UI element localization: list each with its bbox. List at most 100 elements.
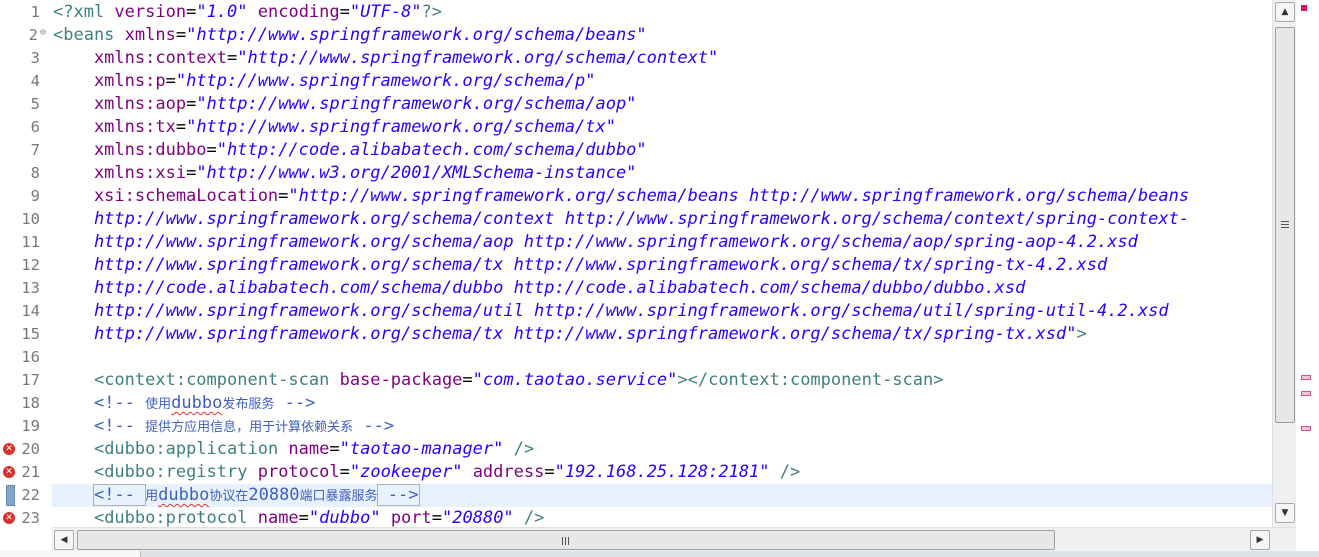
- code-line-9[interactable]: 9 xsi:schemaLocation="http://www.springf…: [0, 185, 1272, 208]
- code-line-23[interactable]: ✕ 23 <dubbo:protocol name="dubbo" port="2…: [0, 507, 1272, 527]
- xml-declaration: <?xml: [53, 2, 115, 22]
- error-icon[interactable]: ✕: [3, 466, 15, 478]
- attribute-value: "20880": [442, 508, 514, 527]
- error-icon[interactable]: ✕: [3, 443, 15, 455]
- line-number: 23: [21, 509, 40, 527]
- tag-close: />: [503, 439, 535, 459]
- line-gutter: 7: [0, 139, 52, 162]
- horizontal-scrollbar[interactable]: ◀ ▶: [52, 527, 1296, 551]
- element-tag: <dubbo:application: [93, 439, 289, 459]
- attribute-value: http://www.springframework.org/schema/ao…: [53, 232, 1138, 252]
- attribute-value: "com.taotao.service": [472, 370, 678, 390]
- error-marker[interactable]: [1301, 426, 1311, 431]
- line-number: 21: [21, 463, 40, 481]
- line-number: 5: [30, 95, 40, 113]
- grip-line: [1281, 224, 1289, 225]
- scroll-down-button[interactable]: ▼: [1275, 503, 1295, 523]
- code-line-22[interactable]: 22 <!-- 用dubbo协议在20880端口暴露服务 -->: [0, 484, 1272, 507]
- equals: =: [431, 508, 443, 527]
- collapse-icon[interactable]: ⊖: [40, 28, 46, 38]
- code-line-21[interactable]: ✕ 21 <dubbo:registry protocol="zookeeper"…: [0, 461, 1272, 484]
- attribute-value: http://www.springframework.org/schema/tx…: [53, 324, 1077, 344]
- line-number: 14: [21, 302, 40, 320]
- line-gutter: 15: [0, 323, 52, 346]
- attribute-name: xmlns:aop: [53, 94, 187, 114]
- code-line-15[interactable]: 15 http://www.springframework.org/schema…: [0, 323, 1272, 346]
- code-line-12[interactable]: 12 http://www.springframework.org/schema…: [0, 254, 1272, 277]
- error-icon[interactable]: ✕: [3, 512, 15, 524]
- horizontal-scroll-thumb[interactable]: [77, 530, 1055, 550]
- misspelled-word[interactable]: dubbo: [158, 485, 209, 505]
- tag-close: ></context:component-scan>: [677, 370, 944, 390]
- code-line-2[interactable]: 2 ⊖ <beans xmlns="http://www.springframew…: [0, 24, 1272, 47]
- code-line-17[interactable]: 17 <context:component-scan base-package=…: [0, 369, 1272, 392]
- code-line-5[interactable]: 5 xmlns:aop="http://www.springframework.…: [0, 93, 1272, 116]
- code-text: xmlns:xsi="http://www.w3.org/2001/XMLSch…: [53, 162, 636, 185]
- line-number: 8: [30, 164, 40, 182]
- code-text: http://www.springframework.org/schema/ao…: [53, 231, 1138, 254]
- equals: =: [186, 163, 197, 183]
- attribute-value: "zookeeper": [349, 462, 463, 482]
- editor-tab[interactable]: [0, 551, 141, 557]
- code-line-8[interactable]: 8 xmlns:xsi="http://www.w3.org/2001/XMLS…: [0, 162, 1272, 185]
- equals: =: [339, 462, 350, 482]
- code-line-18[interactable]: 18 <!-- 使用dubbo发布服务 -->: [0, 392, 1272, 415]
- line-gutter: ✕ 21: [0, 461, 52, 484]
- line-gutter: 22: [0, 484, 52, 507]
- error-marker[interactable]: [1301, 391, 1311, 396]
- code-line-20[interactable]: ✕ 20 <dubbo:application name="taotao-mana…: [0, 438, 1272, 461]
- code-line-6[interactable]: 6 xmlns:tx="http://www.springframework.o…: [0, 116, 1272, 139]
- code-line-7[interactable]: 7 xmlns:dubbo="http://code.alibabatech.c…: [0, 139, 1272, 162]
- code-line-1[interactable]: 1 <?xml version="1.0" encoding="UTF-8"?>: [0, 1, 1272, 24]
- equals: =: [206, 140, 217, 160]
- bottom-tab-bar: [0, 551, 1319, 557]
- attribute-value: "http://www.springframework.org/schema/b…: [288, 186, 1190, 206]
- code-text: http://www.springframework.org/schema/tx…: [53, 254, 1107, 277]
- code-text: http://www.springframework.org/schema/co…: [53, 208, 1189, 231]
- line-gutter: 3: [0, 47, 52, 70]
- equals: =: [278, 186, 289, 206]
- code-line-11[interactable]: 11 http://www.springframework.org/schema…: [0, 231, 1272, 254]
- line-gutter: 6: [0, 116, 52, 139]
- attribute-value: "http://www.springframework.org/schema/p…: [175, 71, 596, 91]
- line-gutter: 1: [0, 1, 52, 24]
- change-marker-icon[interactable]: [6, 485, 15, 506]
- attribute-name: xmlns:xsi: [53, 163, 187, 183]
- error-marker[interactable]: [1301, 375, 1311, 380]
- attribute-value: "UTF-8": [349, 2, 422, 22]
- error-summary-icon[interactable]: [1301, 5, 1307, 11]
- attribute-name: protocol: [257, 462, 340, 482]
- grip-line: [1281, 221, 1289, 222]
- line-gutter: 5: [0, 93, 52, 116]
- comment-chinese: 使用: [145, 397, 172, 412]
- attribute-name: version: [114, 2, 187, 22]
- xml-declaration-end: ?>: [421, 2, 443, 22]
- code-line-14[interactable]: 14 http://www.springframework.org/schema…: [0, 300, 1272, 323]
- overview-ruler[interactable]: [1296, 0, 1319, 527]
- scroll-left-button[interactable]: ◀: [54, 530, 74, 550]
- line-number: 19: [21, 417, 40, 435]
- code-text: xmlns:tx="http://www.springframework.org…: [53, 116, 616, 139]
- vertical-scroll-thumb[interactable]: [1275, 27, 1295, 423]
- code-line-19[interactable]: 19 <!-- 提供方应用信息，用于计算依赖关系 -->: [0, 415, 1272, 438]
- equals: =: [339, 2, 350, 22]
- line-gutter: 12: [0, 254, 52, 277]
- code-line-13[interactable]: 13 http://code.alibabatech.com/schema/du…: [0, 277, 1272, 300]
- xml-editor[interactable]: 1 <?xml version="1.0" encoding="UTF-8"?>…: [0, 0, 1272, 527]
- attribute-name: xmlns:context: [53, 48, 227, 68]
- misspelled-word[interactable]: dubbo: [171, 393, 222, 413]
- attribute-value: http://www.springframework.org/schema/tx…: [53, 255, 1108, 275]
- code-line-16[interactable]: 16: [0, 346, 1272, 369]
- code-line-10[interactable]: 10 http://www.springframework.org/schema…: [0, 208, 1272, 231]
- code-line-3[interactable]: 3 xmlns:context="http://www.springframew…: [0, 47, 1272, 70]
- code-line-4[interactable]: 4 xmlns:p="http://www.springframework.or…: [0, 70, 1272, 93]
- code-text: xmlns:p="http://www.springframework.org/…: [53, 70, 596, 93]
- scroll-right-button[interactable]: ▶: [1250, 530, 1270, 550]
- line-gutter: 17: [0, 369, 52, 392]
- comment-number: 20880: [248, 485, 300, 505]
- comment-text: <!-- 用dubbo协议在20880端口暴露服务 -->: [53, 484, 420, 508]
- line-gutter: 9: [0, 185, 52, 208]
- scroll-up-button[interactable]: ▲: [1275, 2, 1295, 22]
- vertical-scrollbar[interactable]: ▲ ▼: [1272, 0, 1296, 527]
